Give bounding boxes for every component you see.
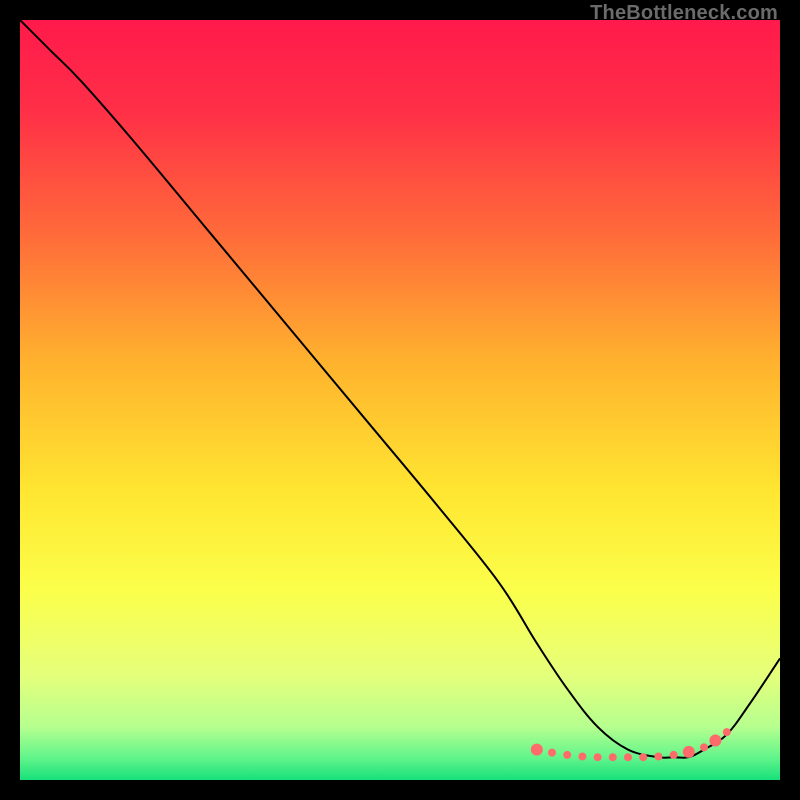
bottom-marker-dot [654, 752, 662, 760]
bottleneck-curve [20, 20, 780, 758]
bottom-marker-dot [609, 753, 617, 761]
bottom-marker-dot [563, 751, 571, 759]
curve-layer [20, 20, 780, 780]
bottom-marker-dot [670, 751, 678, 759]
bottom-marker-dot [624, 753, 632, 761]
bottom-marker-dot [594, 753, 602, 761]
plot-area [20, 20, 780, 780]
bottom-marker-dot [709, 734, 721, 746]
bottom-marker-dot [700, 743, 708, 751]
bottom-marker-group [531, 728, 731, 761]
bottom-marker-dot [578, 752, 586, 760]
bottom-marker-dot [548, 749, 556, 757]
chart-stage: TheBottleneck.com [0, 0, 800, 800]
bottom-marker-dot [531, 744, 543, 756]
bottom-marker-dot [723, 728, 731, 736]
bottom-marker-dot [639, 753, 647, 761]
bottom-marker-dot [683, 746, 695, 758]
